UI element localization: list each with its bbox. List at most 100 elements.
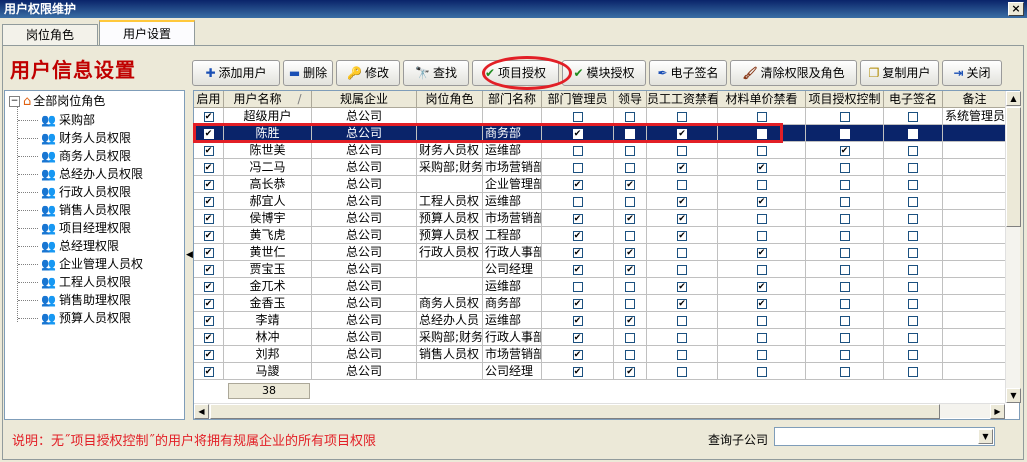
checkbox[interactable]	[839, 230, 850, 241]
checkbox[interactable]: ✔	[203, 247, 214, 258]
checkbox[interactable]: ✔	[203, 213, 214, 224]
checkbox[interactable]	[839, 162, 850, 173]
checkbox[interactable]	[625, 162, 635, 173]
checkbox[interactable]	[908, 298, 918, 309]
checkbox[interactable]: ✔	[756, 162, 767, 173]
checkbox[interactable]	[677, 179, 687, 190]
add-button[interactable]: ✚ 添加用户	[192, 60, 280, 86]
checkbox[interactable]	[756, 366, 767, 377]
checkbox[interactable]	[908, 281, 918, 292]
checkbox[interactable]	[625, 349, 635, 360]
checkbox[interactable]	[756, 332, 767, 343]
checkbox[interactable]: ✔	[203, 162, 214, 173]
checkbox[interactable]	[839, 349, 850, 360]
checkbox[interactable]	[839, 366, 850, 377]
checkbox[interactable]: ✔	[203, 179, 214, 190]
checkbox[interactable]	[572, 162, 583, 173]
checkbox[interactable]: ✔	[203, 315, 214, 326]
checkbox[interactable]: ✔	[572, 128, 583, 139]
hscroll-thumb[interactable]	[210, 404, 940, 419]
checkbox[interactable]	[572, 145, 583, 156]
checkbox[interactable]	[756, 145, 767, 156]
checkbox[interactable]	[839, 315, 850, 326]
checkbox[interactable]: ✔	[625, 315, 635, 326]
splitter-collapse-icon[interactable]: ◀	[186, 240, 193, 270]
checkbox[interactable]	[625, 281, 635, 292]
checkbox[interactable]	[839, 179, 850, 190]
checkbox[interactable]: ✔	[572, 179, 583, 190]
checkbox[interactable]: ✔	[625, 213, 635, 224]
column-header[interactable]: 用户名称 /	[224, 91, 312, 108]
column-header[interactable]: 项目授权控制	[806, 91, 884, 108]
checkbox[interactable]	[677, 247, 687, 258]
checkbox[interactable]: ✔	[756, 298, 767, 309]
tree-item[interactable]: 👥 预算人员权限	[41, 309, 131, 327]
checkbox[interactable]	[625, 332, 635, 343]
delete-button[interactable]: ▬ 删除	[283, 60, 333, 86]
column-header[interactable]: 员工工资禁看	[647, 91, 718, 108]
close-button[interactable]: ⇥ 关闭	[942, 60, 1002, 86]
checkbox[interactable]	[839, 213, 850, 224]
checkbox[interactable]	[572, 196, 583, 207]
horizontal-scrollbar[interactable]: ◀ ▶	[194, 403, 1005, 419]
find-button[interactable]: 🔭 查找	[403, 60, 469, 86]
checkbox[interactable]	[677, 111, 687, 122]
checkbox[interactable]: ✔	[756, 196, 767, 207]
checkbox[interactable]: ✔	[572, 264, 583, 275]
checkbox[interactable]: ✔	[572, 315, 583, 326]
checkbox[interactable]	[839, 298, 850, 309]
checkbox[interactable]: ✔	[203, 128, 214, 139]
checkbox[interactable]: ✔	[839, 145, 850, 156]
checkbox[interactable]	[908, 145, 918, 156]
checkbox[interactable]: ✔	[677, 213, 687, 224]
checkbox[interactable]: ✔	[677, 196, 687, 207]
checkbox[interactable]	[756, 179, 767, 190]
company-filter-select[interactable]: ▼	[774, 427, 995, 446]
checkbox[interactable]: ✔	[203, 332, 214, 343]
checkbox[interactable]	[756, 349, 767, 360]
tree-item[interactable]: 👥 企业管理人员权	[41, 255, 143, 273]
checkbox[interactable]	[908, 315, 918, 326]
checkbox[interactable]	[756, 111, 767, 122]
checkbox[interactable]	[908, 349, 918, 360]
esign-button[interactable]: ✒ 电子签名	[649, 60, 727, 86]
tree-item[interactable]: 👥 总经理权限	[41, 237, 119, 255]
column-header[interactable]: 部门管理员	[542, 91, 614, 108]
tree-root[interactable]: − ⌂ 全部岗位角色	[9, 93, 105, 109]
checkbox[interactable]	[756, 128, 767, 139]
checkbox[interactable]: ✔	[572, 230, 583, 241]
checkbox[interactable]: ✔	[677, 281, 687, 292]
tree-item[interactable]: 👥 工程人员权限	[41, 273, 131, 291]
scroll-thumb[interactable]	[1006, 107, 1021, 227]
checkbox[interactable]: ✔	[677, 162, 687, 173]
checkbox[interactable]	[908, 213, 918, 224]
checkbox[interactable]	[572, 111, 583, 122]
checkbox[interactable]: ✔	[203, 196, 214, 207]
tree-item[interactable]: 👥 行政人员权限	[41, 183, 131, 201]
checkbox[interactable]	[625, 128, 635, 139]
checkbox[interactable]	[756, 315, 767, 326]
window-close-icon[interactable]: ×	[1008, 2, 1024, 16]
checkbox[interactable]: ✔	[572, 213, 583, 224]
checkbox[interactable]	[839, 332, 850, 343]
project-button[interactable]: ✔ 项目授权	[472, 60, 559, 86]
checkbox[interactable]	[908, 264, 918, 275]
tree-item[interactable]: 👥 财务人员权限	[41, 129, 131, 147]
checkbox[interactable]: ✔	[756, 247, 767, 258]
edit-button[interactable]: 🔑 修改	[336, 60, 400, 86]
checkbox[interactable]: ✔	[203, 298, 214, 309]
vertical-scrollbar[interactable]: ▲ ▼	[1005, 91, 1021, 403]
checkbox[interactable]	[839, 264, 850, 275]
checkbox[interactable]	[908, 247, 918, 258]
checkbox[interactable]: ✔	[203, 281, 214, 292]
checkbox[interactable]: ✔	[677, 230, 687, 241]
tree-item[interactable]: 👥 项目经理权限	[41, 219, 131, 237]
scroll-right-icon[interactable]: ▶	[990, 404, 1005, 419]
checkbox[interactable]	[625, 145, 635, 156]
checkbox[interactable]	[677, 349, 687, 360]
scroll-up-icon[interactable]: ▲	[1006, 91, 1021, 106]
column-header[interactable]: 领导	[614, 91, 647, 108]
checkbox[interactable]	[908, 230, 918, 241]
checkbox[interactable]	[625, 196, 635, 207]
checkbox[interactable]	[908, 366, 918, 377]
